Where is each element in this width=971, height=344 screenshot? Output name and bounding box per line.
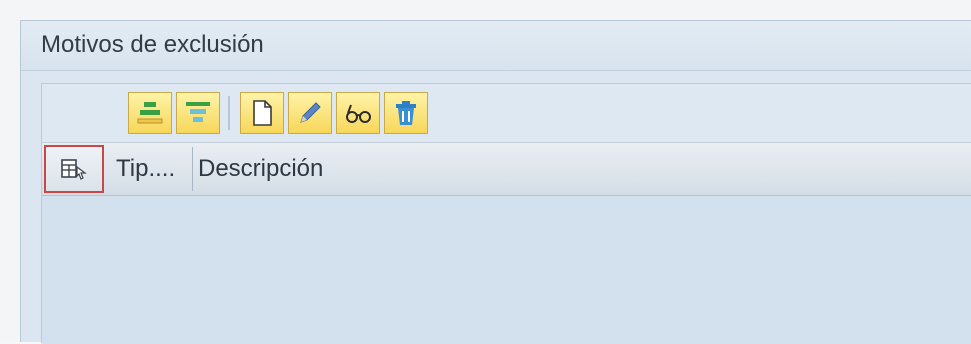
delete-button[interactable] — [384, 92, 428, 134]
create-button[interactable] — [240, 92, 284, 134]
edit-button[interactable] — [288, 92, 332, 134]
table-toolbar — [42, 84, 971, 142]
align-top-icon — [137, 102, 163, 124]
deselect-all-button[interactable] — [176, 92, 220, 134]
panel-title: Motivos de exclusión — [41, 31, 264, 58]
display-button[interactable] — [336, 92, 380, 134]
select-all-button[interactable] — [128, 92, 172, 134]
screen: Motivos de exclusión Tip.... Descripción — [0, 0, 971, 344]
new-document-icon — [253, 100, 272, 126]
toolbar-separator — [228, 96, 230, 130]
align-bottom-icon — [186, 102, 210, 122]
exclusion-reasons-panel: Motivos de exclusión Tip.... Descripción — [20, 20, 971, 344]
layout-button[interactable] — [44, 145, 104, 193]
column-header-description[interactable]: Descripción — [198, 155, 323, 183]
column-header-type[interactable]: Tip.... — [116, 155, 175, 183]
table-body — [42, 196, 971, 344]
pencil-icon — [300, 102, 321, 123]
column-divider[interactable] — [192, 147, 193, 191]
glasses-icon — [346, 104, 371, 123]
layout-settings-icon — [61, 159, 87, 180]
table-container: Tip.... Descripción — [41, 83, 971, 344]
table-header: Tip.... Descripción — [42, 142, 971, 196]
panel-header: Motivos de exclusión — [21, 21, 971, 71]
trash-icon — [396, 101, 416, 125]
